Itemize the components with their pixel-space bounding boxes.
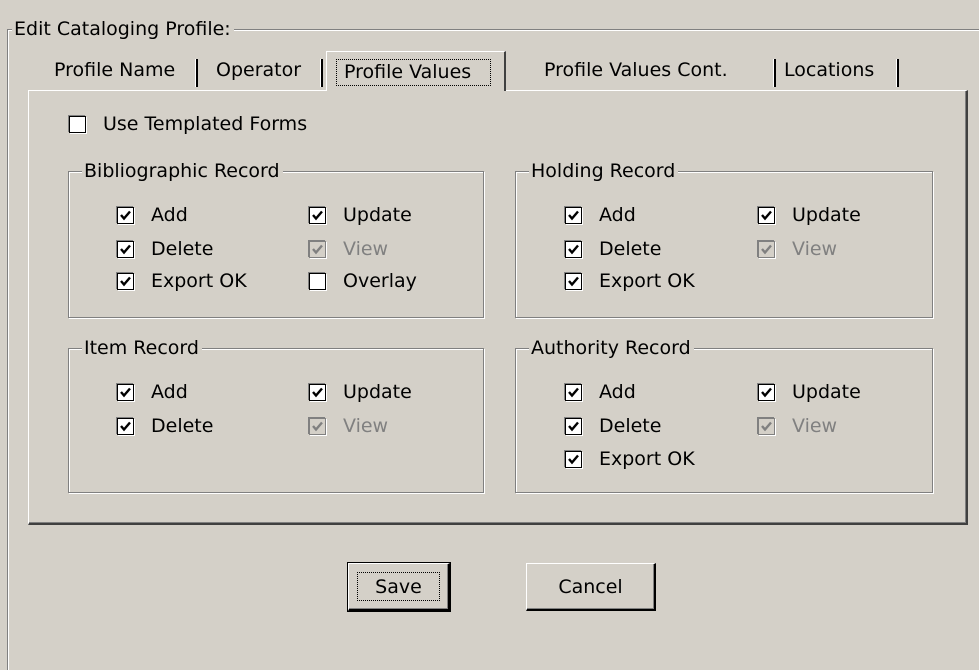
cancel-button[interactable]: Cancel — [526, 563, 656, 611]
hold-update-checkbox[interactable] — [758, 207, 775, 224]
dialog-title: Edit Cataloging Profile: — [12, 18, 234, 40]
save-button-label: Save — [375, 576, 422, 598]
tab-label: Profile Name — [54, 59, 176, 81]
bib-delete-label: Delete — [151, 238, 214, 260]
item-record-title: Item Record — [82, 337, 202, 359]
item-view-label: View — [343, 415, 389, 437]
auth-delete-label: Delete — [599, 415, 662, 437]
item-update-checkbox[interactable] — [309, 384, 326, 401]
hold-add-checkbox[interactable] — [565, 207, 582, 224]
hold-delete-label: Delete — [599, 238, 662, 260]
checkmark-icon — [761, 244, 772, 255]
item-add-checkbox[interactable] — [117, 384, 134, 401]
auth-export-ok-checkbox[interactable] — [565, 451, 582, 468]
checkmark-icon — [761, 387, 772, 398]
checkmark-icon — [312, 244, 323, 255]
tab-locations[interactable]: Locations — [780, 50, 899, 90]
auth-view-checkbox — [758, 418, 775, 435]
checkmark-icon — [120, 244, 131, 255]
item-add-label: Add — [151, 381, 188, 403]
item-delete-label: Delete — [151, 415, 214, 437]
checkmark-icon — [312, 387, 323, 398]
checkmark-icon — [312, 210, 323, 221]
checkmark-icon — [120, 276, 131, 287]
tab-label: Operator — [216, 59, 302, 81]
checkmark-icon — [568, 387, 579, 398]
hold-add-label: Add — [599, 204, 636, 226]
tab-label: Profile Values Cont. — [544, 59, 728, 81]
bib-delete-checkbox[interactable] — [117, 241, 134, 258]
auth-add-label: Add — [599, 381, 636, 403]
cancel-button-label: Cancel — [558, 576, 623, 598]
auth-add-checkbox[interactable] — [565, 384, 582, 401]
auth-update-checkbox[interactable] — [758, 384, 775, 401]
bib-view-checkbox — [309, 241, 326, 258]
use-templated-forms-checkbox[interactable] — [69, 116, 86, 133]
authority-record-title: Authority Record — [529, 337, 694, 359]
auth-delete-checkbox[interactable] — [565, 418, 582, 435]
checkmark-icon — [568, 421, 579, 432]
checkmark-icon — [120, 210, 131, 221]
bib-overlay-label: Overlay — [343, 270, 417, 292]
checkmark-icon — [568, 454, 579, 465]
save-button[interactable]: Save — [347, 562, 451, 612]
bib-update-checkbox[interactable] — [309, 207, 326, 224]
bib-update-label: Update — [343, 204, 412, 226]
bib-add-label: Add — [151, 204, 188, 226]
hold-export-ok-checkbox[interactable] — [565, 273, 582, 290]
checkmark-icon — [568, 276, 579, 287]
checkmark-icon — [761, 210, 772, 221]
hold-view-checkbox — [758, 241, 775, 258]
auth-update-label: Update — [792, 381, 861, 403]
use-templated-forms-label: Use Templated Forms — [103, 113, 308, 135]
checkmark-icon — [568, 244, 579, 255]
hold-export-ok-label: Export OK — [599, 270, 695, 292]
tab-profile-values[interactable]: Profile Values — [326, 51, 506, 91]
checkmark-icon — [120, 387, 131, 398]
bib-export-ok-checkbox[interactable] — [117, 273, 134, 290]
checkmark-icon — [312, 421, 323, 432]
tab-separator — [896, 59, 899, 87]
hold-update-label: Update — [792, 204, 861, 226]
bibliographic-record-title: Bibliographic Record — [82, 160, 283, 182]
tab-profile-name[interactable]: Profile Name — [45, 50, 198, 90]
item-delete-checkbox[interactable] — [117, 418, 134, 435]
bib-view-label: View — [343, 238, 389, 260]
hold-delete-checkbox[interactable] — [565, 241, 582, 258]
auth-export-ok-label: Export OK — [599, 448, 695, 470]
tab-profile-values-cont[interactable]: Profile Values Cont. — [510, 50, 776, 90]
bib-export-ok-label: Export OK — [151, 270, 247, 292]
checkmark-icon — [761, 421, 772, 432]
item-view-checkbox — [309, 418, 326, 435]
bib-overlay-checkbox[interactable] — [309, 273, 326, 290]
item-update-label: Update — [343, 381, 412, 403]
tab-label: Profile Values — [344, 61, 472, 83]
tab-label: Locations — [784, 59, 875, 81]
holding-record-title: Holding Record — [529, 160, 679, 182]
tab-operator[interactable]: Operator — [205, 50, 323, 90]
tab-separator — [195, 59, 198, 87]
bib-add-checkbox[interactable] — [117, 207, 134, 224]
checkmark-icon — [120, 421, 131, 432]
tab-separator — [320, 59, 323, 87]
tab-separator — [773, 59, 776, 87]
checkmark-icon — [568, 210, 579, 221]
auth-view-label: View — [792, 415, 838, 437]
hold-view-label: View — [792, 238, 838, 260]
